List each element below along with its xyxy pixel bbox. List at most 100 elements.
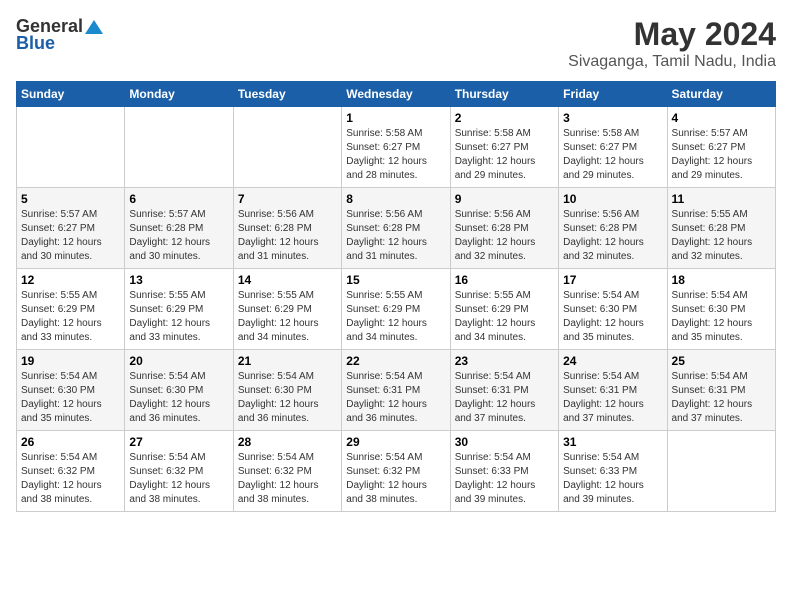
day-cell	[17, 107, 125, 188]
day-cell: 11 Sunrise: 5:55 AM Sunset: 6:28 PM Dayli…	[667, 188, 775, 269]
header-cell-sunday: Sunday	[17, 82, 125, 107]
day-number: 9	[455, 192, 554, 206]
day-cell: 1 Sunrise: 5:58 AM Sunset: 6:27 PM Daylig…	[342, 107, 450, 188]
day-info: Sunrise: 5:54 AM Sunset: 6:33 PM Dayligh…	[563, 451, 662, 507]
day-cell: 6 Sunrise: 5:57 AM Sunset: 6:28 PM Daylig…	[125, 188, 233, 269]
day-cell: 15Sunrise: 5:55 AM Sunset: 6:29 PM Dayli…	[342, 269, 450, 350]
day-number: 30	[455, 435, 554, 449]
day-info: Sunrise: 5:55 AM Sunset: 6:28 PM Dayligh…	[672, 208, 771, 264]
header-cell-saturday: Saturday	[667, 82, 775, 107]
day-cell: 28 Sunrise: 5:54 AM Sunset: 6:32 PM Dayli…	[233, 431, 341, 512]
day-info: Sunrise: 5:54 AM Sunset: 6:30 PM Dayligh…	[563, 289, 662, 345]
day-info: Sunrise: 5:54 AM Sunset: 6:33 PM Dayligh…	[455, 451, 554, 507]
location-title: Sivaganga, Tamil Nadu, India	[568, 53, 776, 71]
header: General Blue May 2024 Sivaganga, Tamil N…	[16, 16, 776, 71]
day-info: Sunrise: 5:54 AM Sunset: 6:32 PM Dayligh…	[129, 451, 228, 507]
day-cell: 12 Sunrise: 5:55 AM Sunset: 6:29 PM Dayli…	[17, 269, 125, 350]
day-number: 31	[563, 435, 662, 449]
day-info: Sunrise: 5:54 AM Sunset: 6:30 PM Dayligh…	[129, 370, 228, 426]
day-number: 3	[563, 111, 662, 125]
week-row-4: 19 Sunrise: 5:54 AM Sunset: 6:30 PM Dayli…	[17, 350, 776, 431]
day-number: 2	[455, 111, 554, 125]
day-number: 29	[346, 435, 445, 449]
day-cell: 7 Sunrise: 5:56 AM Sunset: 6:28 PM Daylig…	[233, 188, 341, 269]
header-cell-monday: Monday	[125, 82, 233, 107]
day-cell: 24 Sunrise: 5:54 AM Sunset: 6:31 PM Dayli…	[559, 350, 667, 431]
day-cell	[125, 107, 233, 188]
day-number: 16	[455, 273, 554, 287]
day-cell: 14Sunrise: 5:55 AM Sunset: 6:29 PM Dayli…	[233, 269, 341, 350]
day-info: Sunrise: 5:54 AM Sunset: 6:30 PM Dayligh…	[672, 289, 771, 345]
day-cell: 10 Sunrise: 5:56 AM Sunset: 6:28 PM Dayli…	[559, 188, 667, 269]
day-number: 28	[238, 435, 337, 449]
day-number: 1	[346, 111, 445, 125]
title-area: May 2024 Sivaganga, Tamil Nadu, India	[568, 16, 776, 71]
day-number: 11	[672, 192, 771, 206]
day-number: 17	[563, 273, 662, 287]
day-number: 18	[672, 273, 771, 287]
day-info: Sunrise: 5:54 AM Sunset: 6:32 PM Dayligh…	[346, 451, 445, 507]
day-number: 15	[346, 273, 445, 287]
day-info: Sunrise: 5:54 AM Sunset: 6:31 PM Dayligh…	[563, 370, 662, 426]
day-info: Sunrise: 5:58 AM Sunset: 6:27 PM Dayligh…	[346, 127, 445, 183]
day-cell: 5 Sunrise: 5:57 AM Sunset: 6:27 PM Daylig…	[17, 188, 125, 269]
day-cell: 22 Sunrise: 5:54 AM Sunset: 6:31 PM Dayli…	[342, 350, 450, 431]
day-number: 5	[21, 192, 120, 206]
day-cell: 29 Sunrise: 5:54 AM Sunset: 6:32 PM Dayli…	[342, 431, 450, 512]
calendar-body: 1 Sunrise: 5:58 AM Sunset: 6:27 PM Daylig…	[17, 107, 776, 512]
day-number: 12	[21, 273, 120, 287]
day-cell: 19 Sunrise: 5:54 AM Sunset: 6:30 PM Dayli…	[17, 350, 125, 431]
day-info: Sunrise: 5:54 AM Sunset: 6:30 PM Dayligh…	[21, 370, 120, 426]
calendar-header-row: SundayMondayTuesdayWednesdayThursdayFrid…	[17, 82, 776, 107]
logo-triangle-icon	[85, 16, 103, 34]
day-number: 23	[455, 354, 554, 368]
day-cell: 21 Sunrise: 5:54 AM Sunset: 6:30 PM Dayli…	[233, 350, 341, 431]
day-cell	[667, 431, 775, 512]
day-number: 21	[238, 354, 337, 368]
day-cell: 2 Sunrise: 5:58 AM Sunset: 6:27 PM Daylig…	[450, 107, 558, 188]
day-number: 19	[21, 354, 120, 368]
day-cell: 4 Sunrise: 5:57 AM Sunset: 6:27 PM Daylig…	[667, 107, 775, 188]
day-number: 24	[563, 354, 662, 368]
day-number: 13	[129, 273, 228, 287]
day-info: Sunrise: 5:54 AM Sunset: 6:31 PM Dayligh…	[455, 370, 554, 426]
day-number: 6	[129, 192, 228, 206]
day-cell: 26 Sunrise: 5:54 AM Sunset: 6:32 PM Dayli…	[17, 431, 125, 512]
day-number: 20	[129, 354, 228, 368]
day-info: Sunrise: 5:55 AM Sunset: 6:29 PM Dayligh…	[21, 289, 120, 345]
day-info: Sunrise: 5:58 AM Sunset: 6:27 PM Dayligh…	[455, 127, 554, 183]
day-cell: 3Sunrise: 5:58 AM Sunset: 6:27 PM Daylig…	[559, 107, 667, 188]
day-cell: 30 Sunrise: 5:54 AM Sunset: 6:33 PM Dayli…	[450, 431, 558, 512]
day-info: Sunrise: 5:56 AM Sunset: 6:28 PM Dayligh…	[563, 208, 662, 264]
day-number: 26	[21, 435, 120, 449]
header-cell-tuesday: Tuesday	[233, 82, 341, 107]
day-info: Sunrise: 5:57 AM Sunset: 6:27 PM Dayligh…	[21, 208, 120, 264]
day-info: Sunrise: 5:55 AM Sunset: 6:29 PM Dayligh…	[129, 289, 228, 345]
day-cell	[233, 107, 341, 188]
day-info: Sunrise: 5:54 AM Sunset: 6:32 PM Dayligh…	[238, 451, 337, 507]
day-info: Sunrise: 5:54 AM Sunset: 6:31 PM Dayligh…	[346, 370, 445, 426]
day-info: Sunrise: 5:56 AM Sunset: 6:28 PM Dayligh…	[346, 208, 445, 264]
day-info: Sunrise: 5:54 AM Sunset: 6:32 PM Dayligh…	[21, 451, 120, 507]
day-info: Sunrise: 5:55 AM Sunset: 6:29 PM Dayligh…	[455, 289, 554, 345]
day-number: 4	[672, 111, 771, 125]
day-cell: 25 Sunrise: 5:54 AM Sunset: 6:31 PM Dayli…	[667, 350, 775, 431]
day-cell: 20 Sunrise: 5:54 AM Sunset: 6:30 PM Dayli…	[125, 350, 233, 431]
day-cell: 13 Sunrise: 5:55 AM Sunset: 6:29 PM Dayli…	[125, 269, 233, 350]
day-number: 22	[346, 354, 445, 368]
day-cell: 31 Sunrise: 5:54 AM Sunset: 6:33 PM Dayli…	[559, 431, 667, 512]
logo-blue: Blue	[16, 33, 55, 54]
header-cell-friday: Friday	[559, 82, 667, 107]
header-cell-wednesday: Wednesday	[342, 82, 450, 107]
week-row-1: 1 Sunrise: 5:58 AM Sunset: 6:27 PM Daylig…	[17, 107, 776, 188]
day-number: 10	[563, 192, 662, 206]
day-info: Sunrise: 5:55 AM Sunset: 6:29 PM Dayligh…	[238, 289, 337, 345]
day-number: 7	[238, 192, 337, 206]
day-info: Sunrise: 5:54 AM Sunset: 6:30 PM Dayligh…	[238, 370, 337, 426]
day-info: Sunrise: 5:57 AM Sunset: 6:28 PM Dayligh…	[129, 208, 228, 264]
day-info: Sunrise: 5:57 AM Sunset: 6:27 PM Dayligh…	[672, 127, 771, 183]
day-number: 25	[672, 354, 771, 368]
day-info: Sunrise: 5:54 AM Sunset: 6:31 PM Dayligh…	[672, 370, 771, 426]
day-info: Sunrise: 5:56 AM Sunset: 6:28 PM Dayligh…	[238, 208, 337, 264]
week-row-2: 5 Sunrise: 5:57 AM Sunset: 6:27 PM Daylig…	[17, 188, 776, 269]
